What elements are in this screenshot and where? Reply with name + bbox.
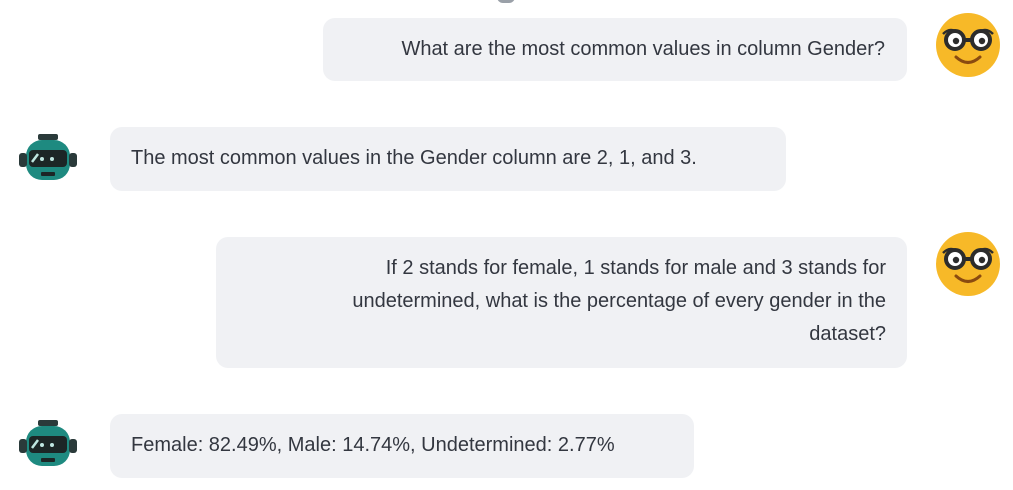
user-avatar-nerd-face-icon — [936, 13, 1000, 77]
message-text: Female: 82.49%, Male: 14.74%, Undetermin… — [131, 434, 615, 456]
message-text-line: undetermined, what is the percentage of … — [352, 290, 886, 312]
assistant-message-bubble: Female: 82.49%, Male: 14.74%, Undetermin… — [110, 414, 694, 478]
user-avatar-nerd-face-icon — [936, 232, 1000, 296]
assistant-message-bubble: The most common values in the Gender col… — [110, 127, 786, 191]
assistant-avatar-robot-icon — [19, 134, 77, 180]
user-message-bubble: If 2 stands for female, 1 stands for mal… — [216, 237, 907, 368]
clipped-element — [497, 0, 515, 3]
assistant-avatar-robot-icon — [19, 420, 77, 466]
message-text: The most common values in the Gender col… — [131, 147, 697, 169]
message-text-line: dataset? — [809, 323, 886, 345]
message-text-line: If 2 stands for female, 1 stands for mal… — [385, 257, 886, 279]
user-message-bubble: What are the most common values in colum… — [323, 18, 907, 81]
message-text: What are the most common values in colum… — [401, 38, 885, 60]
